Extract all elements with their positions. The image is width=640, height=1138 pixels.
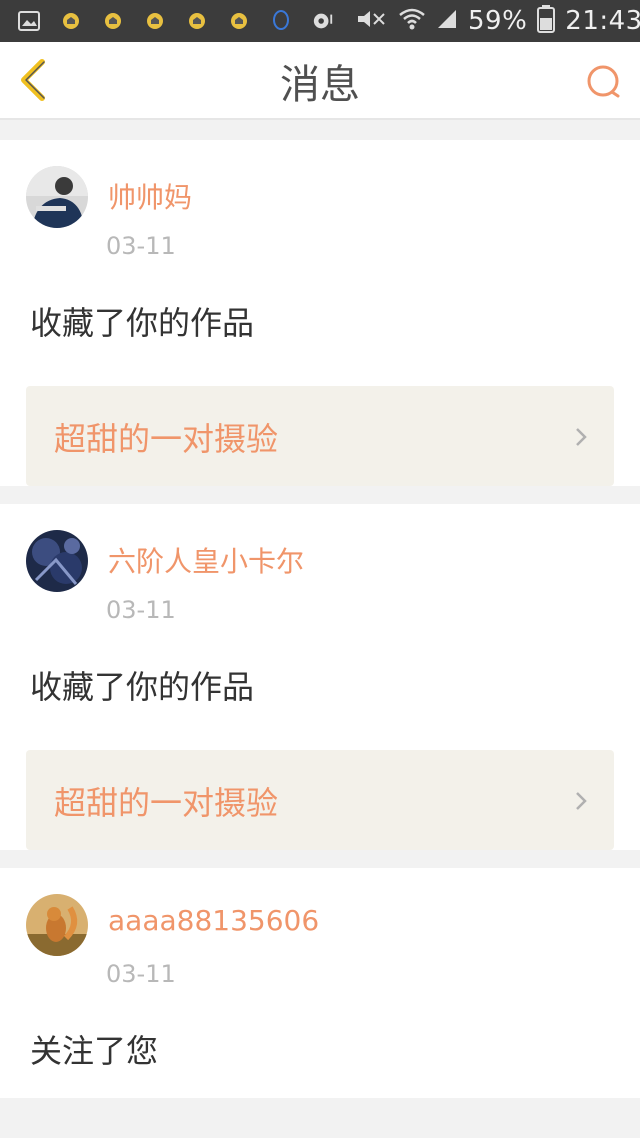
battery-icon	[537, 5, 556, 37]
page-title: 消息	[280, 62, 360, 108]
work-title: 超甜的一对摄验	[54, 420, 279, 458]
music-icon	[312, 10, 334, 32]
message-list: 帅帅妈 03-11 收藏了你的作品 超甜的一对摄验 六阶人皇小卡尔 03-11 …	[0, 140, 640, 1098]
qq-icon	[270, 10, 292, 32]
signal-icon	[436, 8, 458, 34]
status-right: 59% 21:43	[354, 5, 640, 37]
username[interactable]: 六阶人皇小卡尔	[108, 540, 304, 580]
mail-icon	[228, 10, 250, 32]
status-left-icons	[18, 10, 354, 32]
chevron-right-icon	[576, 792, 587, 810]
mail-icon	[60, 10, 82, 32]
mail-icon	[144, 10, 166, 32]
work-link[interactable]: 超甜的一对摄验	[26, 386, 614, 486]
message-date: 03-11	[106, 960, 176, 988]
mail-icon	[102, 10, 124, 32]
clock: 21:43	[565, 6, 640, 36]
status-bar: 59% 21:43	[0, 0, 640, 42]
work-link[interactable]: 超甜的一对摄验	[26, 750, 614, 850]
search-button[interactable]	[584, 62, 624, 102]
username[interactable]: aaaa88135606	[108, 904, 319, 937]
message-card: aaaa88135606 03-11 关注了您	[0, 868, 640, 1098]
message-action-text: 收藏了你的作品	[30, 668, 255, 706]
message-date: 03-11	[106, 232, 176, 260]
message-action-text: 关注了您	[30, 1032, 159, 1070]
mail-icon	[186, 10, 208, 32]
avatar[interactable]	[26, 166, 88, 228]
username[interactable]: 帅帅妈	[108, 176, 192, 216]
message-card: 六阶人皇小卡尔 03-11 收藏了你的作品 超甜的一对摄验	[0, 504, 640, 850]
search-icon	[587, 65, 620, 98]
message-action-text: 收藏了你的作品	[30, 304, 255, 342]
avatar[interactable]	[26, 530, 88, 592]
message-date: 03-11	[106, 596, 176, 624]
gallery-icon	[18, 10, 40, 32]
header-bar: 消息	[0, 42, 640, 120]
wifi-icon	[398, 7, 426, 35]
chevron-right-icon	[576, 428, 587, 446]
mute-icon	[354, 8, 388, 34]
work-title: 超甜的一对摄验	[54, 784, 279, 822]
avatar[interactable]	[26, 894, 88, 956]
battery-percent: 59%	[468, 6, 528, 36]
message-card: 帅帅妈 03-11 收藏了你的作品 超甜的一对摄验	[0, 140, 640, 486]
